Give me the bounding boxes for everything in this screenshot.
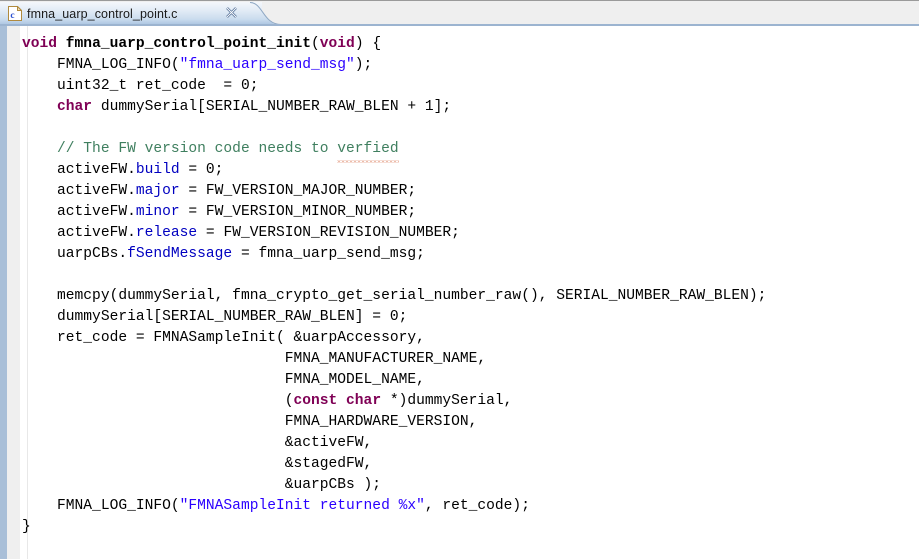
code-token-fld: major bbox=[135, 183, 180, 199]
code-line: uarpCBs.fSendMessage = fmna_uarp_send_ms… bbox=[22, 244, 919, 265]
code-token-pln: , ret_code); bbox=[424, 498, 530, 514]
code-line: } bbox=[22, 517, 919, 538]
code-token-pln: &activeFW, bbox=[22, 435, 373, 451]
code-line: FMNA_MANUFACTURER_NAME, bbox=[22, 349, 919, 370]
code-token-pln bbox=[57, 36, 66, 52]
editor-edge-strip bbox=[0, 26, 7, 559]
code-token-pln: ); bbox=[354, 57, 373, 73]
code-line: // The FW version code needs to verfied bbox=[22, 139, 919, 163]
code-token-pln: FMNA_LOG_INFO( bbox=[22, 498, 180, 514]
code-line: activeFW.minor = FW_VERSION_MINOR_NUMBER… bbox=[22, 202, 919, 223]
code-token-pln: FMNA_MODEL_NAME, bbox=[22, 372, 425, 388]
code-token-pln: dummySerial[SERIAL_NUMBER_RAW_BLEN] = 0; bbox=[22, 309, 408, 325]
code-line: (const char *)dummySerial, bbox=[22, 391, 919, 412]
code-line: activeFW.major = FW_VERSION_MAJOR_NUMBER… bbox=[22, 181, 919, 202]
code-token-pln: memcpy(dummySerial, fmna_crypto_get_seri… bbox=[22, 288, 767, 304]
code-token-fn: fmna_uarp_control_point_init bbox=[65, 36, 312, 52]
spellcheck-misspelled-word: verfied bbox=[337, 139, 399, 163]
code-token-pln: = fmna_uarp_send_msg; bbox=[232, 246, 425, 262]
c-source-file-icon: c bbox=[8, 6, 22, 21]
code-text-area[interactable]: void fmna_uarp_control_point_init(void) … bbox=[22, 26, 919, 559]
code-line: FMNA_LOG_INFO("fmna_uarp_send_msg"); bbox=[22, 55, 919, 76]
code-line: FMNA_LOG_INFO("FMNASampleInit returned %… bbox=[22, 496, 919, 517]
svg-text:c: c bbox=[10, 11, 14, 21]
code-token-kw: void bbox=[319, 36, 355, 52]
tab-close-icon[interactable] bbox=[224, 5, 239, 20]
code-token-pln: activeFW. bbox=[22, 204, 136, 220]
code-token-pln: FMNA_LOG_INFO( bbox=[22, 57, 180, 73]
code-token-kw: void bbox=[22, 36, 58, 52]
code-token-fld: minor bbox=[135, 204, 180, 220]
code-token-pln: ) { bbox=[354, 36, 382, 52]
code-token-fld: fSendMessage bbox=[127, 246, 233, 262]
code-line: &uarpCBs ); bbox=[22, 475, 919, 496]
code-token-pln: ( bbox=[22, 393, 294, 409]
editor-annotation-gutter[interactable] bbox=[7, 26, 20, 559]
code-token-cmt: // The FW version code needs to bbox=[22, 141, 338, 157]
code-line: FMNA_HARDWARE_VERSION, bbox=[22, 412, 919, 433]
code-line: FMNA_MODEL_NAME, bbox=[22, 370, 919, 391]
editor-tab-bar: c fmna_uarp_control_point.c bbox=[0, 0, 919, 27]
code-token-pln bbox=[22, 99, 57, 115]
editor-tab-title: fmna_uarp_control_point.c bbox=[27, 6, 178, 21]
code-token-pln: activeFW. bbox=[22, 225, 136, 241]
code-line: char dummySerial[SERIAL_NUMBER_RAW_BLEN … bbox=[22, 97, 919, 118]
code-token-pln: &stagedFW, bbox=[22, 456, 373, 472]
code-line: activeFW.build = 0; bbox=[22, 160, 919, 181]
editor-tab-active[interactable]: c fmna_uarp_control_point.c bbox=[0, 2, 262, 25]
code-token-pln: *)dummySerial, bbox=[381, 393, 513, 409]
code-token-fld: build bbox=[135, 162, 180, 178]
code-token-str: "fmna_uarp_send_msg" bbox=[179, 57, 355, 73]
code-token-pln: dummySerial[SERIAL_NUMBER_RAW_BLEN + 1]; bbox=[92, 99, 452, 115]
code-line: &activeFW, bbox=[22, 433, 919, 454]
code-token-kw: char bbox=[57, 99, 93, 115]
code-token-fld: release bbox=[135, 225, 198, 241]
code-token-pln: activeFW. bbox=[22, 183, 136, 199]
code-line: dummySerial[SERIAL_NUMBER_RAW_BLEN] = 0; bbox=[22, 307, 919, 328]
code-token-pln: uint32_t ret_code = 0; bbox=[22, 78, 259, 94]
code-token-pln: ( bbox=[311, 36, 320, 52]
tab-right-curve bbox=[243, 2, 303, 25]
code-token-pln: = 0; bbox=[179, 162, 224, 178]
gutter-separator bbox=[20, 26, 21, 559]
source-editor[interactable]: void fmna_uarp_control_point_init(void) … bbox=[0, 26, 919, 559]
code-token-pln: activeFW. bbox=[22, 162, 136, 178]
code-token-kw: const char bbox=[293, 393, 382, 409]
code-token-pln: = FW_VERSION_MINOR_NUMBER; bbox=[179, 204, 417, 220]
code-token-pln: FMNA_MANUFACTURER_NAME, bbox=[22, 351, 487, 367]
code-line: uint32_t ret_code = 0; bbox=[22, 76, 919, 97]
code-line: activeFW.release = FW_VERSION_REVISION_N… bbox=[22, 223, 919, 244]
code-line: &stagedFW, bbox=[22, 454, 919, 475]
code-token-pln: uarpCBs. bbox=[22, 246, 128, 262]
code-token-pln: &uarpCBs ); bbox=[22, 477, 382, 493]
code-line: memcpy(dummySerial, fmna_crypto_get_seri… bbox=[22, 286, 919, 307]
code-token-pln: } bbox=[22, 519, 31, 535]
code-token-pln: = FW_VERSION_REVISION_NUMBER; bbox=[197, 225, 460, 241]
code-editor-window: c fmna_uarp_control_point.c void fmna_ua… bbox=[0, 0, 919, 559]
code-token-str: "FMNASampleInit returned %x" bbox=[179, 498, 425, 514]
code-token-pln: = FW_VERSION_MAJOR_NUMBER; bbox=[179, 183, 417, 199]
code-token-pln: FMNA_HARDWARE_VERSION, bbox=[22, 414, 478, 430]
code-token-pln: ret_code = FMNASampleInit( &uarpAccessor… bbox=[22, 330, 425, 346]
code-line: void fmna_uarp_control_point_init(void) … bbox=[22, 34, 919, 55]
code-line: ret_code = FMNASampleInit( &uarpAccessor… bbox=[22, 328, 919, 349]
